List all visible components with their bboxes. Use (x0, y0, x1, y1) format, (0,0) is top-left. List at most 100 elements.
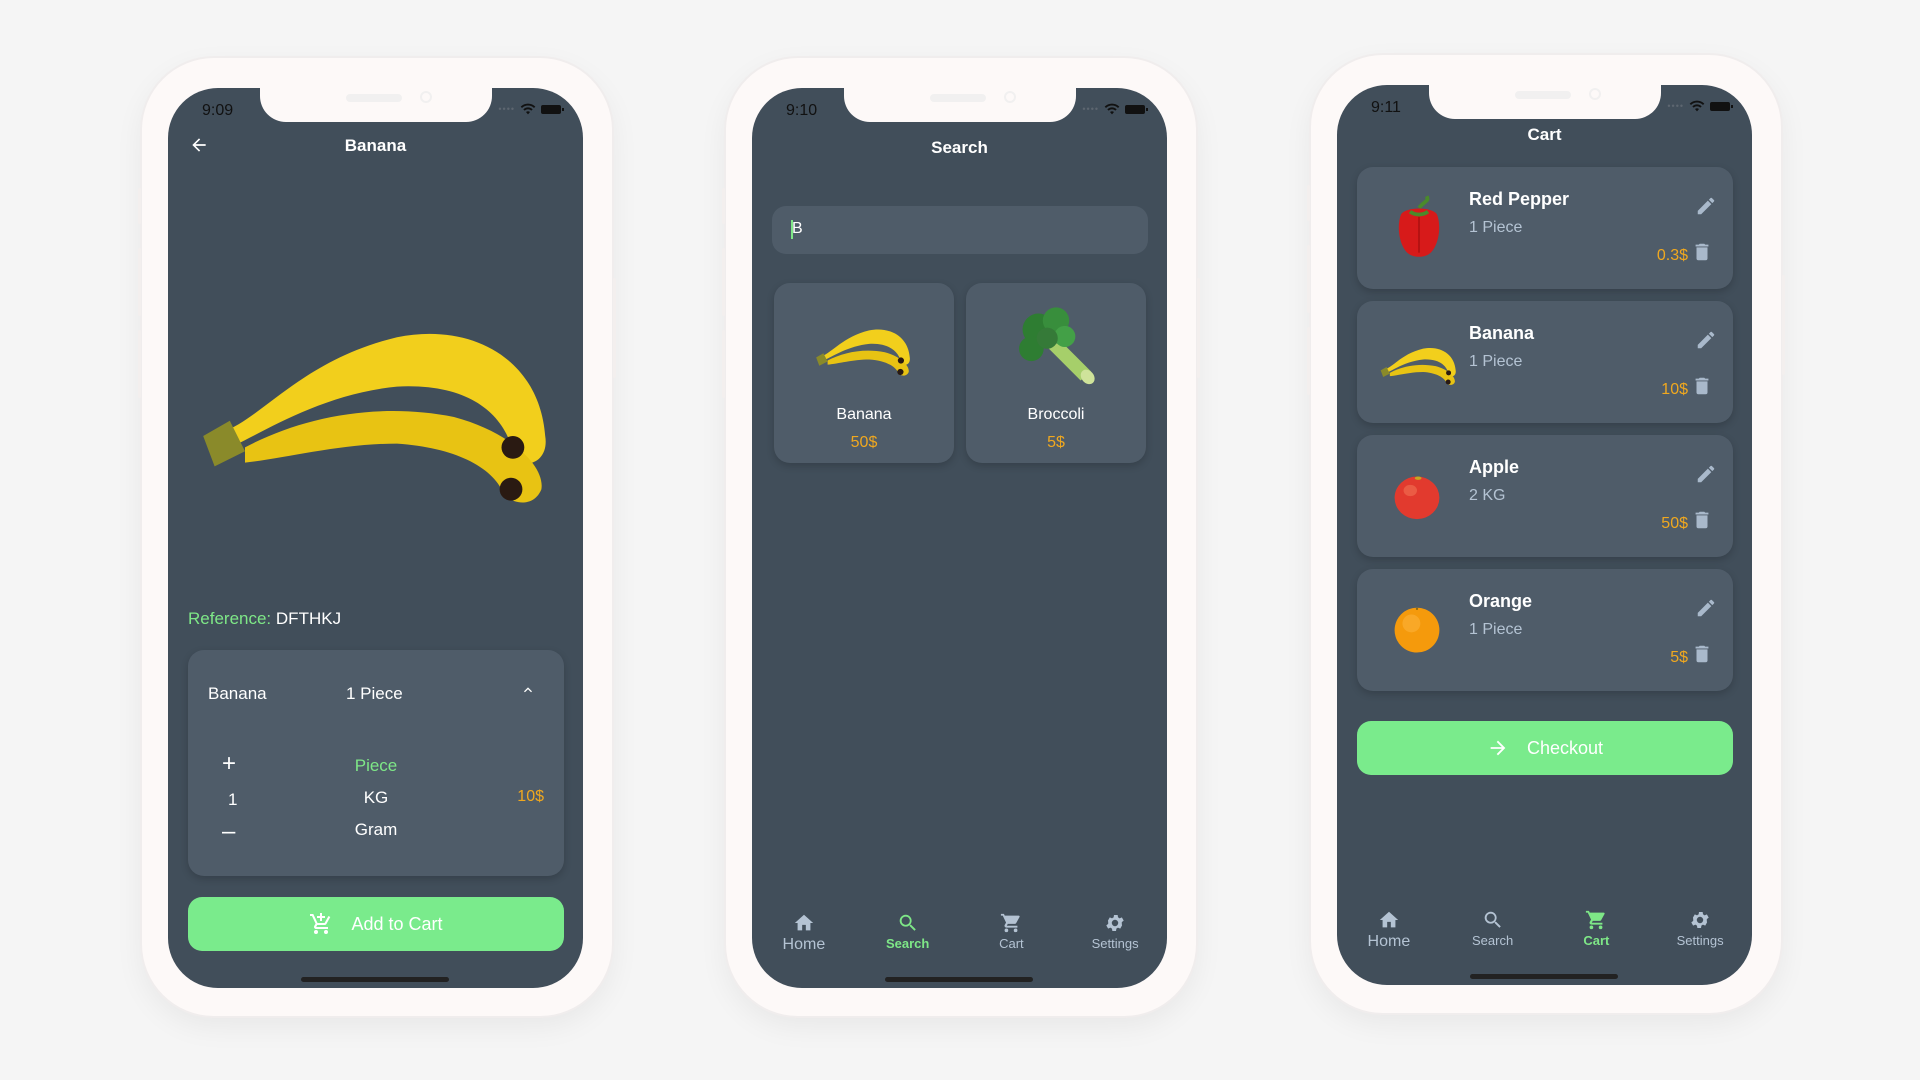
collapse-button[interactable] (520, 682, 536, 703)
side-button (722, 330, 725, 398)
screen: 9:11 •••• Cart Red Pepper 1 Piece 0.3$ B… (1337, 85, 1752, 985)
result-name: Banana (836, 406, 892, 423)
cart-item[interactable]: Apple 2 KG 50$ (1357, 435, 1733, 557)
notch (844, 88, 1076, 122)
nav-label: Settings (1091, 936, 1139, 951)
battery-icon (541, 104, 564, 114)
cart-icon (1000, 912, 1022, 934)
battery-icon (1125, 104, 1148, 114)
unit-option-piece[interactable]: Piece (188, 756, 564, 776)
screen: 9:09 •••• Banana Reference: DFTHKJ Banan… (168, 88, 583, 988)
pencil-icon (1695, 195, 1717, 217)
edit-button[interactable] (1695, 195, 1717, 222)
delete-button[interactable] (1691, 241, 1713, 268)
banana-image (188, 283, 568, 513)
wifi-icon (520, 103, 536, 115)
broccoli-image (1012, 303, 1100, 391)
arrow-right-icon (1490, 740, 1506, 756)
phone-cart: 9:11 •••• Cart Red Pepper 1 Piece 0.3$ B… (1307, 55, 1785, 1013)
unit-option-kg[interactable]: KG (188, 788, 564, 808)
delete-button[interactable] (1691, 643, 1713, 670)
cart-item[interactable]: Banana 1 Piece 10$ (1357, 301, 1733, 423)
cart-item-price: 0.3$ (1656, 247, 1688, 264)
nav-item-home[interactable]: Home (754, 912, 854, 954)
pencil-icon (1695, 597, 1717, 619)
side-button (1782, 275, 1785, 375)
signal-icon: •••• (498, 104, 515, 114)
cart-item[interactable]: Orange 1 Piece 5$ (1357, 569, 1733, 691)
banana-image (812, 313, 916, 381)
home-icon (793, 912, 815, 934)
status-icons: •••• (1667, 100, 1733, 112)
page-title: Banana (344, 136, 407, 155)
page-title: Cart (1527, 125, 1562, 144)
nav-label: Settings (1676, 933, 1724, 948)
search-icon (897, 912, 919, 934)
battery-icon (1710, 101, 1733, 111)
signal-icon: •••• (1667, 101, 1684, 111)
signal-icon: •••• (1082, 104, 1099, 114)
nav-label: Search (885, 936, 930, 951)
edit-button[interactable] (1695, 463, 1717, 490)
nav-item-settings[interactable]: Settings (1650, 909, 1750, 951)
delete-button[interactable] (1691, 375, 1713, 402)
cart-icon (1585, 909, 1607, 931)
wifi-icon (1689, 100, 1705, 112)
side-button (722, 248, 725, 316)
status-time: 9:11 (1371, 99, 1401, 116)
side-button (722, 188, 725, 224)
cart-item[interactable]: Red Pepper 1 Piece 0.3$ (1357, 167, 1733, 289)
checkout-button[interactable]: Checkout (1357, 721, 1733, 775)
status-time: 9:09 (202, 102, 234, 119)
nav-item-search[interactable]: Search (858, 912, 958, 954)
nav-label: Search (1472, 933, 1514, 948)
side-button (138, 330, 141, 398)
cart-item-price: 50$ (1661, 515, 1688, 532)
trash-icon (1691, 241, 1713, 263)
banana-image (1377, 337, 1461, 387)
phone-product-detail: 9:09 •••• Banana Reference: DFTHKJ Banan… (138, 58, 616, 1016)
add-to-cart-button[interactable]: Add to Cart (188, 897, 564, 951)
screen: 9:10 •••• Search B Banana 50$ Broccoli 5… (752, 88, 1167, 988)
home-icon (1378, 909, 1400, 931)
selector-product-name: Banana (208, 684, 267, 703)
nav-item-cart[interactable]: Cart (1546, 909, 1646, 951)
nav-item-cart[interactable]: Cart (961, 912, 1061, 954)
side-button (1307, 185, 1310, 221)
search-result-card[interactable]: Banana 50$ (774, 283, 954, 463)
cart-plus-icon (310, 913, 331, 934)
reference: Reference: DFTHKJ (188, 609, 341, 629)
pencil-icon (1695, 329, 1717, 351)
search-input[interactable]: B (772, 206, 1148, 254)
red-pepper-image (1387, 195, 1451, 259)
search-input-value: B (792, 220, 803, 237)
nav-label: Cart (999, 936, 1024, 951)
notch (1429, 85, 1661, 119)
nav-item-settings[interactable]: Settings (1065, 912, 1165, 954)
bottom-nav: Home Search Cart Settings (752, 912, 1167, 954)
wifi-icon (1104, 103, 1120, 115)
page-title: Search (931, 138, 988, 157)
side-button (1307, 245, 1310, 313)
delete-button[interactable] (1691, 509, 1713, 536)
selector-summary: 1 Piece (346, 684, 403, 703)
edit-button[interactable] (1695, 329, 1717, 356)
search-icon (1482, 909, 1504, 931)
add-to-cart-label: Add to Cart (351, 913, 443, 934)
nav-label: Cart (1583, 933, 1610, 948)
trash-icon (1691, 643, 1713, 665)
result-price: 50$ (850, 434, 878, 451)
home-indicator (301, 977, 449, 982)
unit-selector-card: Banana 1 Piece + 1 – Piece KG Gram 10$ (188, 650, 564, 876)
nav-item-home[interactable]: Home (1339, 909, 1439, 951)
chevron-up-icon (524, 687, 532, 693)
cart-item-name: Orange (1469, 591, 1533, 611)
phone-search: 9:10 •••• Search B Banana 50$ Broccoli 5… (722, 58, 1200, 1016)
unit-option-gram[interactable]: Gram (188, 820, 564, 840)
status-time: 9:10 (786, 102, 818, 119)
status-icons: •••• (498, 103, 564, 115)
cart-item-qty: 1 Piece (1469, 219, 1523, 236)
search-result-card[interactable]: Broccoli 5$ (966, 283, 1146, 463)
edit-button[interactable] (1695, 597, 1717, 624)
nav-item-search[interactable]: Search (1443, 909, 1543, 951)
